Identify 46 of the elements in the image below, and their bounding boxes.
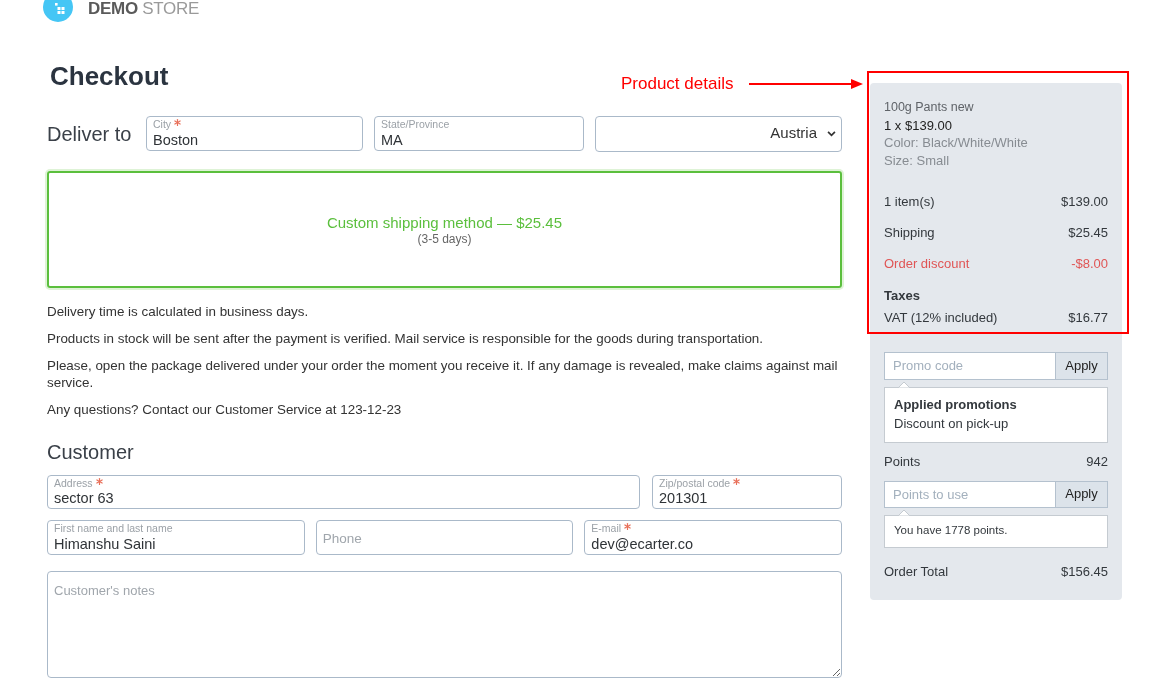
product-quantity-price: 1 x $139.00	[884, 116, 952, 134]
product-attribute: Size: Small	[884, 151, 950, 169]
delivery-note: Please, open the package delivered under your order the moment you receive it. If any damage is revealed, make claims against mail service.	[47, 357, 839, 391]
section-heading: Deliver to	[47, 121, 133, 146]
phone-field[interactable]: Phone	[315, 520, 574, 555]
field-label: First name and last name	[54, 522, 173, 534]
summary-label: Shipping	[884, 223, 935, 242]
field-label: E-mail	[591, 522, 622, 534]
promotions-heading: Applied promotions	[894, 395, 1017, 414]
points-value: 942	[1086, 452, 1108, 471]
delivery-note: Any questions? Contact our Customer Service at 123-12-23	[47, 401, 403, 418]
summary-label: Order discount	[884, 254, 970, 273]
field-label: Address	[54, 477, 93, 489]
points-label: Points	[884, 452, 921, 471]
promo-code-field[interactable]: Promo code	[884, 351, 1055, 380]
field-label: State/Province	[381, 118, 450, 130]
chevron-down-icon	[827, 130, 836, 137]
summary-amount: $16.77	[1068, 308, 1108, 327]
field-label: City	[153, 118, 172, 130]
page-title: Checkout	[50, 60, 169, 92]
product-name: 100g Pants new	[884, 99, 974, 116]
product-attribute: Color: Black/White/White	[884, 134, 1028, 152]
delivery-note: Products in stock will be sent after the payment is verified. Mail service is responsible for the goods during transportation.	[47, 330, 764, 347]
shipping-option[interactable]: Custom shipping method — $25.45 (3-5 days)	[47, 171, 842, 288]
summary-amount: $139.00	[1061, 192, 1108, 211]
promotion-item: Discount on pick-up	[894, 414, 1009, 433]
total-label: Order Total	[884, 562, 949, 581]
apply-button[interactable]: Apply	[1055, 480, 1108, 508]
store-name: DEMO STORE	[88, 0, 199, 20]
shipping-duration: (3-5 days)	[417, 231, 472, 247]
summary-amount: $25.45	[1068, 223, 1108, 242]
section-heading: Customer	[47, 440, 134, 464]
notes-field[interactable]: Customer's notes	[47, 571, 842, 678]
shipping-method-name: Custom shipping method — $25.45	[326, 212, 563, 232]
apply-button[interactable]: Apply	[1055, 351, 1108, 380]
points-note: You have 1778 points.	[894, 523, 1008, 539]
field-label: Zip/postal code	[659, 477, 731, 489]
total-amount: $156.45	[1061, 562, 1108, 581]
country-select[interactable]: Austria	[595, 115, 842, 152]
summary-label: 1 item(s)	[884, 192, 935, 211]
points-field[interactable]: Points to use	[884, 480, 1055, 508]
annotation-label: Product details	[621, 74, 734, 94]
delivery-note: Delivery time is calculated in business days.	[47, 303, 310, 320]
taxes-heading: Taxes	[884, 286, 920, 305]
summary-label: VAT (12% included)	[884, 308, 998, 327]
summary-amount: -$8.00	[1071, 254, 1108, 273]
